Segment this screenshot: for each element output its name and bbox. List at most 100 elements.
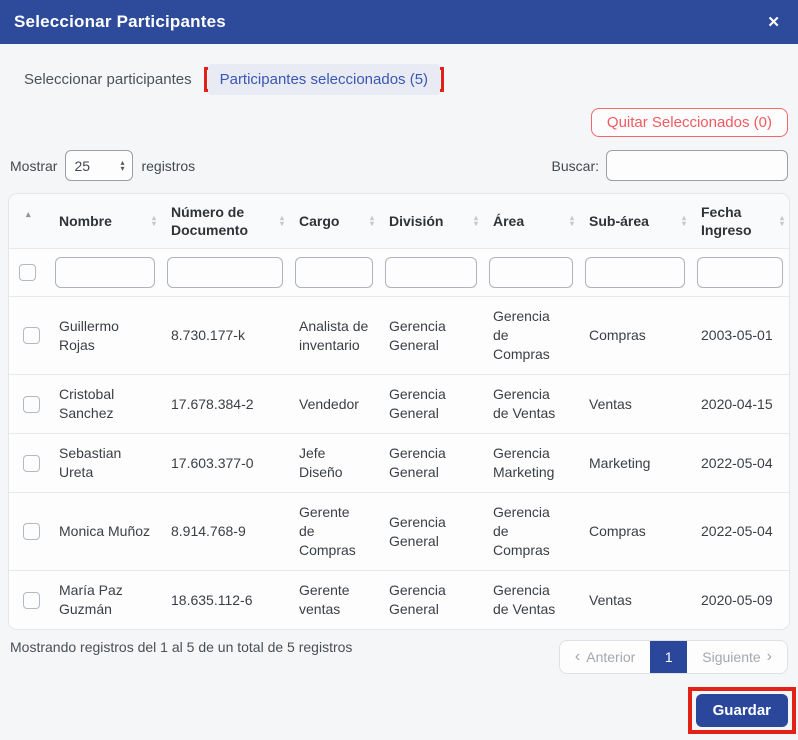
search-label: Buscar: [551,157,599,174]
search-control: Buscar: [552,150,788,181]
column-documento[interactable]: Número de Documento ▴ ▾ [161,194,289,249]
cell-division: Gerencia General [379,374,483,434]
modal-header: Seleccionar Participantes ✕ [0,0,798,44]
cell-area: Gerencia de Compras [483,492,579,571]
cell-subarea: Compras [579,296,691,375]
filter-nombre-input[interactable] [55,257,155,288]
sort-icon: ▴ ▾ [779,213,784,228]
cell-division: Gerencia General [379,433,483,493]
cell-nombre: María Paz Guzmán [49,570,161,629]
cell-cargo: Gerente de Compras [289,492,379,571]
save-row: Guardar [8,687,796,734]
cell-fecha: 2022-05-04 [691,433,789,493]
table-row: Monica Muñoz 8.914.768-9 Gerente de Comp… [9,492,789,571]
cell-nombre: Cristobal Sanchez [49,374,161,434]
annotation-box-active-tab: Participantes seleccionados (5) [203,64,445,95]
filter-area-input[interactable] [489,257,573,288]
table-row: Cristobal Sanchez 17.678.384-2 Vendedor … [9,374,789,434]
filter-documento-input[interactable] [167,257,283,288]
records-info: Mostrando registros del 1 al 5 de un tot… [10,639,353,655]
sort-asc-icon: ▴ [26,209,31,219]
table-controls: Mostrar 25 ▴ ▾ registros Buscar: [8,150,790,181]
cell-area: Gerencia de Compras [483,296,579,375]
cell-cargo: Vendedor [289,374,379,434]
cell-nombre: Monica Muñoz [49,492,161,571]
records-label: registros [141,157,196,174]
next-page-button[interactable]: Siguiente › [687,641,787,673]
filter-subarea-input[interactable] [585,257,685,288]
filter-fecha-input[interactable] [697,257,783,288]
cell-fecha: 2003-05-01 [691,296,789,375]
cell-fecha: 2020-04-15 [691,374,789,434]
table-footer: Mostrando registros del 1 al 5 de un tot… [8,638,790,674]
sort-icon: ▴ ▾ [369,213,374,228]
close-icon[interactable]: ✕ [763,11,784,33]
cell-cargo: Analista de inventario [289,296,379,375]
chevron-left-icon: ‹ [574,648,581,665]
select-all-checkbox[interactable] [19,264,36,281]
pagination: ‹ Anterior 1 Siguiente › [558,640,788,674]
cell-area: Gerencia de Ventas [483,570,579,629]
chevron-right-icon: › [766,648,772,665]
sort-icon: ▴ ▾ [279,213,284,228]
filter-row [9,248,789,297]
table-row: María Paz Guzmán 18.635.112-6 Gerente ve… [9,570,789,629]
save-button[interactable]: Guardar [695,694,788,727]
cell-subarea: Compras [579,492,691,571]
sort-icon: ▴ ▾ [569,213,574,228]
cell-nombre: Sebastian Ureta [49,433,161,493]
sort-icon: ▴ ▾ [473,213,478,228]
cell-area: Gerencia Marketing [483,433,579,493]
column-subarea[interactable]: Sub-área ▴ ▾ [579,194,691,249]
cell-fecha: 2020-05-09 [691,570,789,629]
cell-nombre: Guillermo Rojas [49,296,161,375]
cell-documento: 8.914.768-9 [161,492,289,571]
column-area[interactable]: Área ▴ ▾ [483,194,579,249]
row-checkbox[interactable] [23,395,40,413]
row-checkbox[interactable] [23,327,40,344]
tab-selected-participants[interactable]: Participantes seleccionados (5) [207,64,441,95]
column-select[interactable]: ▴ [9,194,49,249]
cell-fecha: 2022-05-04 [691,492,789,571]
page-size-select[interactable]: 25 ▴ ▾ [65,150,134,181]
previous-page-button[interactable]: ‹ Anterior [560,641,650,673]
cell-division: Gerencia General [379,492,483,571]
row-checkbox[interactable] [23,591,40,609]
modal-body: Seleccionar participantes Participantes … [0,44,798,740]
sort-icon: ▴ ▾ [681,213,686,228]
tab-bar: Seleccionar participantes Participantes … [14,63,790,96]
cell-documento: 17.678.384-2 [161,374,289,434]
select-updown-icon: ▴ ▾ [120,157,125,173]
filter-division-input[interactable] [385,257,477,288]
tab-select-participants[interactable]: Seleccionar participantes [14,63,202,96]
page-size-value: 25 [74,157,91,174]
search-input[interactable] [606,150,788,181]
filter-cargo-input[interactable] [295,257,373,288]
cell-documento: 18.635.112-6 [161,570,289,629]
sort-icon: ▴ ▾ [151,213,156,228]
page-number-button[interactable]: 1 [650,641,688,673]
cell-documento: 8.730.177-k [161,296,289,375]
cell-area: Gerencia de Ventas [483,374,579,434]
column-fecha-ingreso[interactable]: Fecha Ingreso ▴ ▾ [691,194,789,249]
remove-selected-row: Quitar Seleccionados (0) [8,108,790,137]
column-division[interactable]: División ▴ ▾ [379,194,483,249]
cell-subarea: Marketing [579,433,691,493]
cell-division: Gerencia General [379,296,483,375]
row-checkbox[interactable] [23,454,40,472]
cell-cargo: Jefe Diseño [289,433,379,493]
remove-selected-button[interactable]: Quitar Seleccionados (0) [590,108,788,137]
select-participants-modal: Seleccionar Participantes ✕ Seleccionar … [0,0,798,734]
show-label: Mostrar [10,157,58,174]
annotation-box-save: Guardar [687,687,796,734]
row-checkbox[interactable] [23,523,40,540]
table-row: Sebastian Ureta 17.603.377-0 Jefe Diseño… [9,433,789,493]
cell-cargo: Gerente ventas [289,570,379,629]
table-row: Guillermo Rojas 8.730.177-k Analista de … [9,296,789,375]
cell-documento: 17.603.377-0 [161,433,289,493]
page-size-control: Mostrar 25 ▴ ▾ registros [10,150,195,181]
cell-division: Gerencia General [379,570,483,629]
modal-title: Seleccionar Participantes [14,12,226,31]
column-cargo[interactable]: Cargo ▴ ▾ [289,194,379,249]
column-nombre[interactable]: Nombre ▴ ▾ [49,194,161,249]
